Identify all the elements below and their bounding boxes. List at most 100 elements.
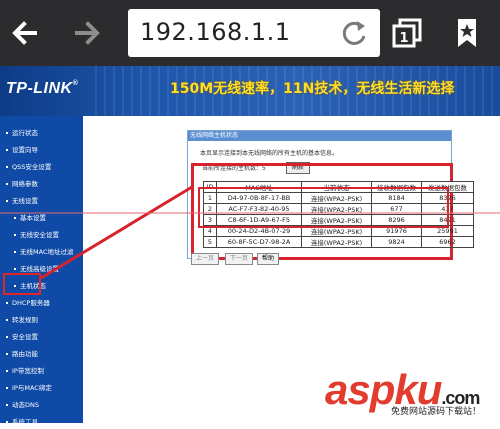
watermark-tagline: 免费网站源码下载站！ (391, 407, 482, 417)
sidebar-menu: 运行状态设置向导 QSS安全设置 网络参数无线设置基本设置无线安全设置无线MAC地址… (0, 116, 83, 426)
cell-rx: 8296 (371, 214, 422, 226)
back-arrow-icon (12, 21, 37, 45)
sidebar-item-label: 系统工具 (12, 418, 38, 426)
next-page-button[interactable]: 下一页 (225, 253, 253, 265)
cell-status: 连接(WPA2-PSK) (301, 225, 372, 237)
bullet-icon (14, 250, 16, 253)
cell-rx: 8184 (371, 192, 422, 204)
bullet-icon (6, 318, 8, 321)
sidebar-item-label: 动态DNS (12, 401, 39, 409)
banner-slogan: 150M无线速率，11N技术，无线生活新选择 (170, 81, 455, 97)
cell-status: 连接(WPA2-PSK) (301, 214, 372, 226)
prev-page-button[interactable]: 上一页 (191, 253, 219, 265)
sidebar-item[interactable]: 无线安全设置 (0, 228, 83, 242)
table-row: 1 D4-97-0B-8F-17-BB 连接(WPA2-PSK) 8184 83… (203, 192, 474, 204)
sidebar-item-label: 无线设置 (12, 197, 38, 205)
bullet-icon (6, 386, 8, 389)
bookmark-star-icon (458, 19, 476, 47)
cell-id: 4 (203, 225, 217, 237)
bullet-icon (6, 165, 8, 168)
panel-description: 本页显示连接到本无线网络的所有主机的基本信息。 (200, 150, 339, 157)
bullet-icon (6, 148, 8, 151)
forward-arrow-icon (75, 21, 100, 45)
sidebar-item-label: DHCP服务器 (12, 299, 50, 307)
cell-rx: 677 (371, 203, 422, 215)
sidebar-item[interactable]: 安全设置 (0, 330, 83, 344)
help-button[interactable]: 帮助 (257, 253, 279, 265)
cell-tx: 8326 (421, 192, 474, 204)
cell-mac: D4-97-0B-8F-17-BB (216, 192, 302, 204)
cell-id: 1 (203, 192, 217, 204)
browser-toolbar: 192.168.1.1 1 (0, 0, 500, 66)
sidebar-item[interactable]: 无线MAC地址过滤 (0, 245, 83, 259)
header-id: ID (203, 181, 217, 193)
reload-icon[interactable] (340, 18, 370, 48)
annotation-box-menu (3, 273, 41, 295)
sidebar-item-label: 安全设置 (12, 333, 38, 341)
header-status: 当前状态 (301, 181, 372, 193)
sidebar-item[interactable]: IP与MAC绑定 (0, 381, 83, 395)
sidebar-item[interactable]: 路由功能 (0, 347, 83, 361)
router-banner: TP-LINK® 150M无线速率，11N技术，无线生活新选择 (0, 66, 500, 116)
bullet-icon (14, 267, 16, 270)
cell-status: 连接(WPA2-PSK) (301, 203, 372, 215)
header-tx-packets: 发送数据包数 (421, 181, 474, 193)
sidebar-item-label: 运行状态 (12, 129, 38, 137)
forward-button[interactable] (64, 10, 110, 56)
tabs-icon: 1 (392, 18, 422, 48)
bullet-icon (14, 216, 16, 219)
sidebar-item-label: 设置向导 (12, 146, 38, 154)
cell-tx: 437 (421, 203, 474, 215)
sidebar-item[interactable]: 基本设置 (0, 211, 83, 225)
logo-text: TP-LINK (6, 80, 73, 97)
sidebar-item-label: IP带宽控制 (12, 367, 44, 375)
cell-id: 5 (203, 236, 217, 248)
sidebar-item-label: 网络参数 (12, 180, 38, 188)
bullet-icon (6, 420, 8, 423)
sidebar-item[interactable]: QSS安全设置 (0, 160, 83, 174)
back-button[interactable] (2, 10, 48, 56)
bullet-icon (6, 131, 8, 134)
sidebar-item[interactable]: 转发规则 (0, 313, 83, 327)
sidebar-item-label: 转发规则 (12, 316, 38, 324)
sidebar-item-label: 无线安全设置 (20, 231, 59, 239)
sidebar-item[interactable]: 系统工具 (0, 415, 83, 429)
bullet-icon (6, 352, 8, 355)
sidebar-item-label: 无线MAC地址过滤 (20, 248, 74, 256)
sidebar-item[interactable]: 运行状态 (0, 126, 83, 140)
hosts-table: ID MAC地址 当前状态 接收数据包数 发送数据包数 1 D4-97-0B-8… (203, 181, 474, 248)
bullet-icon (14, 233, 16, 236)
bullet-icon (6, 182, 8, 185)
sidebar-item[interactable]: DHCP服务器 (0, 296, 83, 310)
table-row: 5 60-8F-5C-D7-98-2A 连接(WPA2-PSK) 9824 69… (203, 236, 474, 248)
sidebar-item[interactable]: 动态DNS (0, 398, 83, 412)
bullet-icon (6, 403, 8, 406)
url-text[interactable]: 192.168.1.1 (140, 18, 291, 46)
header-mac: MAC地址 (216, 181, 302, 193)
table-header-row: ID MAC地址 当前状态 接收数据包数 发送数据包数 (203, 181, 474, 193)
tp-link-logo: TP-LINK® (6, 80, 78, 98)
tabs-button[interactable]: 1 (384, 10, 430, 56)
cell-rx: 91976 (371, 225, 422, 237)
logo-registered-mark: ® (72, 80, 79, 87)
header-rx-packets: 接收数据包数 (371, 181, 422, 193)
cell-rx: 9824 (371, 236, 422, 248)
table-row: 4 00-24-D2-4B-07-29 连接(WPA2-PSK) 91976 2… (203, 225, 474, 237)
tab-count: 1 (399, 31, 408, 46)
sidebar-item[interactable]: 设置向导 (0, 143, 83, 157)
bookmark-button[interactable] (444, 10, 490, 56)
cell-tx: 6962 (421, 236, 474, 248)
bullet-icon (6, 369, 8, 372)
cell-mac: 60-8F-5C-D7-98-2A (216, 236, 302, 248)
sidebar-item[interactable]: 无线设置 (0, 194, 83, 208)
cell-status: 连接(WPA2-PSK) (301, 236, 372, 248)
cell-mac: AC-F7-F3-82-40-95 (216, 203, 302, 215)
sidebar-item[interactable]: IP带宽控制 (0, 364, 83, 378)
cell-tx: 8421 (421, 214, 474, 226)
sidebar-item[interactable]: 网络参数 (0, 177, 83, 191)
bullet-icon (6, 199, 8, 202)
sidebar-item-label: QSS安全设置 (12, 163, 52, 171)
panel-title: 无线网络主机状态 (188, 131, 451, 141)
table-row: 3 C8-6F-1D-A9-67-F5 连接(WPA2-PSK) 8296 84… (203, 214, 474, 226)
address-bar[interactable]: 192.168.1.1 (128, 9, 380, 57)
